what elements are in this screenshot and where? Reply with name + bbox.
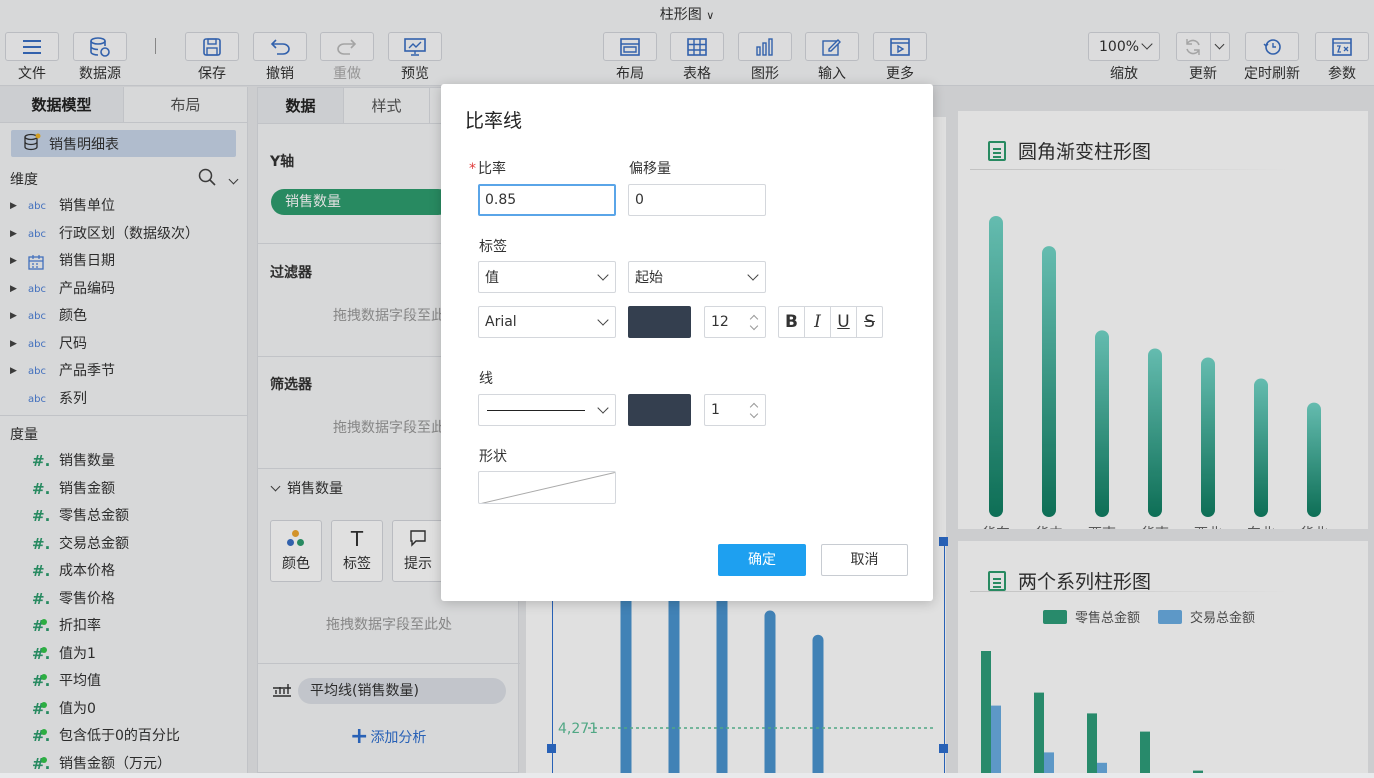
- font-value: Arial: [485, 314, 517, 330]
- bold-button[interactable]: B: [779, 307, 805, 337]
- label-section-title: 标签: [479, 236, 507, 256]
- line-color-picker[interactable]: [628, 394, 691, 426]
- line-width-value: 1: [711, 402, 720, 418]
- underline-button[interactable]: U: [831, 307, 857, 337]
- chevron-down-icon: [597, 314, 608, 325]
- label-position-select[interactable]: 起始: [628, 261, 766, 293]
- font-size-stepper[interactable]: 12: [704, 306, 766, 338]
- italic-button[interactable]: I: [805, 307, 831, 337]
- font-color-picker[interactable]: [628, 306, 691, 338]
- label-content-value: 值: [485, 267, 499, 287]
- chevron-down-icon: [597, 402, 608, 413]
- ratio-label: *比率: [469, 158, 506, 178]
- decrement-icon[interactable]: [750, 410, 758, 418]
- offset-input[interactable]: 0: [628, 184, 766, 216]
- cancel-button[interactable]: 取消: [821, 544, 908, 576]
- offset-label: 偏移量: [629, 158, 671, 178]
- strikethrough-button[interactable]: S: [857, 307, 882, 337]
- ok-button[interactable]: 确定: [718, 544, 806, 576]
- shape-section-title: 形状: [479, 446, 507, 466]
- required-marker: *: [469, 161, 476, 177]
- ratio-label-text: 比率: [478, 161, 506, 177]
- line-style-select[interactable]: [478, 394, 616, 426]
- ratio-input[interactable]: 0.85: [478, 184, 616, 216]
- shape-preview-icon: [479, 472, 616, 504]
- line-section-title: 线: [479, 368, 493, 388]
- dialog-title: 比率线: [465, 106, 522, 133]
- chevron-down-icon: [747, 269, 758, 280]
- label-position-value: 起始: [635, 267, 663, 287]
- font-select[interactable]: Arial: [478, 306, 616, 338]
- text-format-group: B I U S: [778, 306, 883, 338]
- solid-line-icon: [487, 410, 585, 411]
- chevron-down-icon: [597, 269, 608, 280]
- line-width-stepper[interactable]: 1: [704, 394, 766, 426]
- ratio-line-dialog: 比率线 *比率 偏移量 0.85 0 标签 值 起始 Arial 12 B I …: [441, 84, 933, 601]
- font-size-value: 12: [711, 314, 729, 330]
- label-content-select[interactable]: 值: [478, 261, 616, 293]
- decrement-icon[interactable]: [750, 322, 758, 330]
- shape-select[interactable]: [478, 471, 616, 504]
